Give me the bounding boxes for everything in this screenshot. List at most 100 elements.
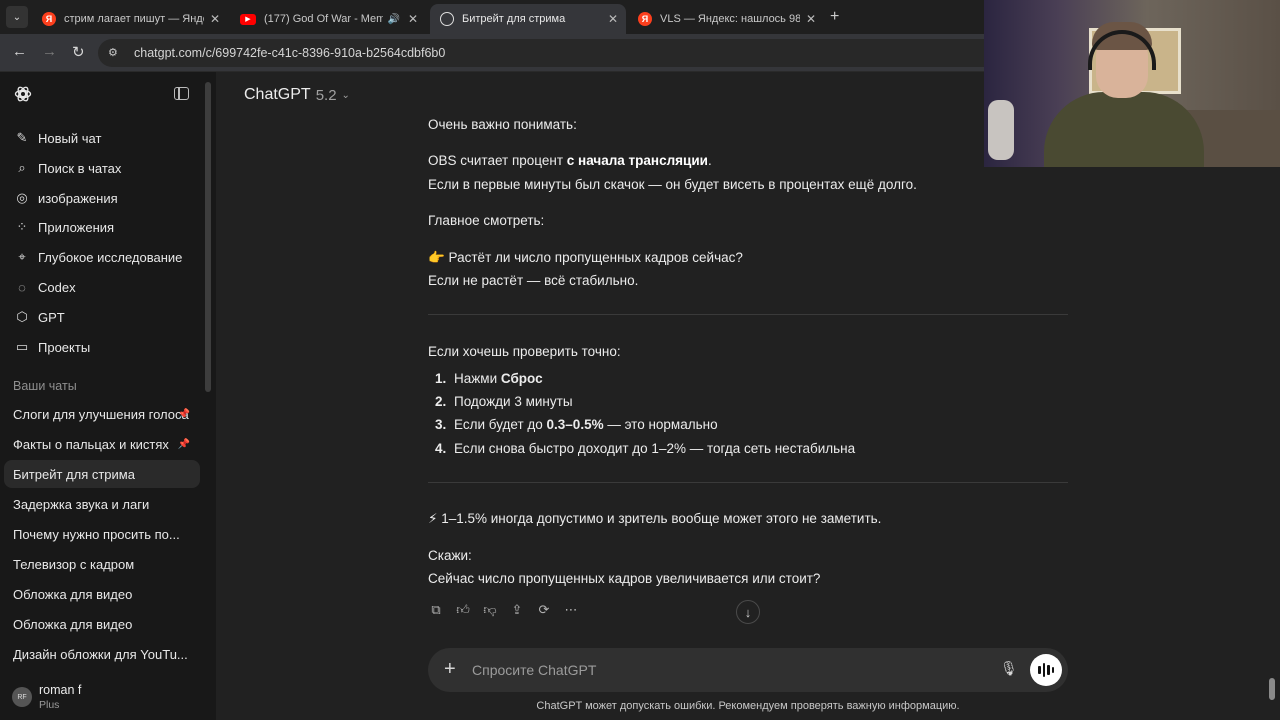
text-run: Если будет до [454,417,547,432]
copy-icon[interactable]: ⧉ [428,602,444,618]
voice-mode-button[interactable] [1030,654,1062,686]
list-number: 4. [435,441,447,456]
microphone-icon[interactable]: 🎙︎ [1000,660,1018,677]
openai-logo-icon[interactable] [13,84,33,104]
composer-input[interactable]: Спросите ChatGPT [472,662,596,678]
list-item: Нажми Сброс [454,371,543,386]
list-number: 2. [435,394,447,409]
main-scrollbar[interactable] [1269,678,1275,700]
voice-bar [1051,667,1054,673]
telescope-icon: ⌖ [18,249,26,264]
chat-title: Факты о пальцах и кистях [13,436,169,452]
chat-list-item[interactable]: Почему нужно просить по... [4,520,200,548]
thumbs-up-icon[interactable]: 👍︎ [455,602,471,618]
codex-icon: ◌ [18,279,26,295]
person-body [1044,92,1204,167]
site-settings-icon[interactable]: ⚙ [108,46,122,60]
close-icon[interactable]: ✕ [210,12,220,26]
user-plan: Plus [39,699,60,711]
chevron-down-icon: ⌄ [341,89,350,101]
chat-list-item[interactable]: Обложка для видео [4,580,200,608]
webcam-overlay [984,0,1280,167]
message-paragraph: OBS считает процент с начала трансляции. [428,153,712,168]
browser-tab[interactable]: Я стрим лагает пишут — Яндекс ✕ [32,4,228,34]
regenerate-icon[interactable]: ⟳ [536,602,552,618]
chat-list-item[interactable]: Слоги для улучшения голоса 📌 [4,400,200,428]
sidebar-toggle-icon[interactable] [174,87,189,100]
bold-text: с начала трансляции [566,153,708,168]
text-run: Нажми [454,371,501,386]
sidebar-item-new-chat[interactable]: ✎ Новый чат [4,124,200,152]
user-menu[interactable]: RF roman f Plus [0,674,216,720]
scroll-to-bottom-button[interactable]: ↓ [736,600,760,624]
thumbs-down-icon[interactable]: 👎︎ [482,602,498,618]
list-number: 3. [435,417,447,432]
chatgpt-icon [440,12,454,26]
close-icon[interactable]: ✕ [608,12,618,26]
add-attachment-icon[interactable]: + [444,658,456,681]
sidebar: ✎ Новый чат ⌕ Поиск в чатах ◎ изображени… [0,72,216,720]
chat-list-item[interactable]: Дизайн обложки для YouTu... [4,640,200,668]
sidebar-item-codex[interactable]: ◌ Codex [4,273,200,301]
tab-title: VLS — Яндекс: нашлось 985 ты [660,13,800,25]
pin-icon: 📌 [177,438,190,450]
chats-section-title: Ваши чаты [13,379,77,393]
close-icon[interactable]: ✕ [806,12,816,26]
forward-arrow-icon[interactable]: → [42,43,57,60]
chat-main: ChatGPT 5.2 ⌄ Очень важно понимать: OBS … [216,72,1280,720]
tab-title: (177) God Of War - Memori [264,13,384,25]
address-bar[interactable]: ⚙ chatgpt.com/c/699742fe-c41c-8396-910a-… [98,39,998,67]
sidebar-item-label: Глубокое исследование [38,249,183,265]
message-paragraph: 👉 Растёт ли число пропущенных кадров сей… [428,250,743,265]
chat-list-item[interactable]: Обложка для видео [4,610,200,638]
close-icon[interactable]: ✕ [408,12,418,26]
message-paragraph: Главное смотреть: [428,213,545,228]
model-version: 5.2 [315,86,337,104]
model-selector[interactable]: ChatGPT 5.2 ⌄ [244,86,350,104]
list-item: Если будет до 0.3–0.5% — это нормально [454,417,718,432]
new-tab-button[interactable]: + [830,8,839,26]
tab-search-menu-button[interactable]: ⌄ [6,6,28,28]
sidebar-item-label: изображения [38,190,118,206]
search-icon: ⌕ [18,160,26,175]
text-run: . [707,153,712,168]
chat-title: Битрейт для стрима [13,466,135,482]
back-arrow-icon[interactable]: ← [12,43,27,60]
sidebar-scrollbar[interactable] [205,82,211,392]
speaker-icon[interactable]: 🔊 [387,14,399,25]
reload-icon[interactable]: ↻ [72,43,85,61]
chat-list-item[interactable]: Факты о пальцах и кистях 📌 [4,430,200,458]
sidebar-item-label: Проекты [38,339,91,355]
yandex-icon: Я [42,12,56,26]
cube-icon: ⬡ [16,309,28,324]
chat-list-item[interactable]: Телевизор с кадром [4,550,200,578]
sidebar-item-apps[interactable]: ⁘ Приложения [4,213,200,241]
list-item: Если снова быстро доходит до 1–2% — тогд… [454,441,856,456]
image-icon: ◎ [16,190,28,205]
bold-text: Сброс [500,371,543,386]
browser-tab[interactable]: Я VLS — Яндекс: нашлось 985 ты ✕ [628,4,824,34]
more-icon[interactable]: ⋯ [563,602,579,618]
browser-tab[interactable]: ▶ (177) God Of War - Memori 🔊 ✕ [230,4,426,34]
disclaimer-text: ChatGPT может допускать ошибки. Рекоменд… [536,700,960,712]
share-icon[interactable]: ⇪ [509,602,525,618]
yandex-icon: Я [638,12,652,26]
user-name: roman f [39,683,82,697]
edit-icon: ✎ [16,130,28,145]
message-paragraph: Очень важно понимать: [428,117,577,132]
chat-list-item-active[interactable]: Битрейт для стрима [4,460,200,488]
sidebar-item-gpt[interactable]: ⬡ GPT [4,303,200,331]
composer[interactable]: + Спросите ChatGPT 🎙︎ [428,648,1068,692]
sidebar-item-search[interactable]: ⌕ Поиск в чатах [4,154,200,182]
sidebar-item-images[interactable]: ◎ изображения [4,184,200,212]
figurine [988,100,1014,160]
divider [428,482,1068,483]
list-number: 1. [435,371,447,386]
chat-list-item[interactable]: Задержка звука и лаги [4,490,200,518]
sidebar-item-projects[interactable]: ▭ Проекты [4,333,200,361]
sidebar-item-label: Приложения [38,219,115,235]
message-paragraph: Если не растёт — всё стабильно. [428,273,639,288]
sidebar-item-deep-research[interactable]: ⌖ Глубокое исследование [4,243,200,271]
browser-tab-active[interactable]: Битрейт для стрима ✕ [430,4,626,34]
list-item: Подожди 3 минуты [454,394,573,409]
